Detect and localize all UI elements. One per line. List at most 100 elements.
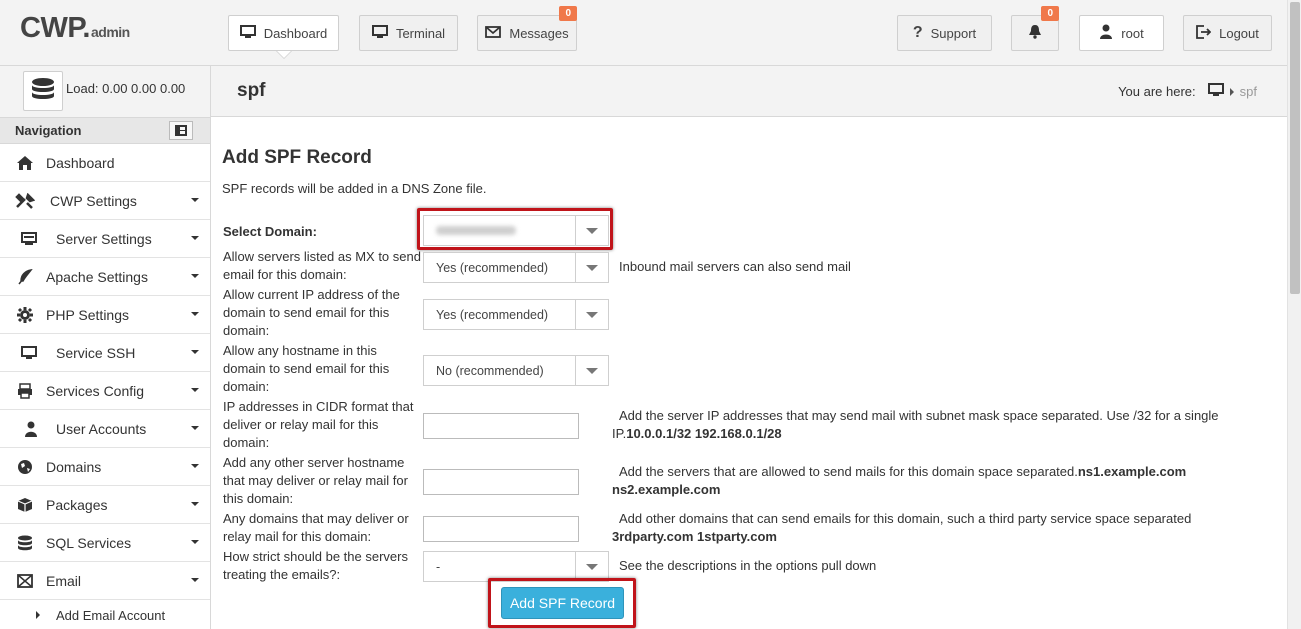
user-icon: [1099, 24, 1113, 42]
caret-down-icon: [191, 274, 199, 278]
sidebar-item-apache-settings[interactable]: Apache Settings: [0, 258, 210, 296]
notifications-badge: 0: [1041, 6, 1059, 21]
database-icon: [15, 533, 35, 553]
messages-badge: 0: [559, 6, 577, 21]
chevron-down-icon: [575, 356, 608, 385]
load-panel: Load: 0.00 0.00 0.00: [0, 66, 210, 118]
sidebar-item-service-ssh[interactable]: Service SSH: [0, 334, 210, 372]
breadcrumb-current: spf: [1239, 84, 1257, 99]
logout-icon: [1196, 24, 1212, 42]
form-intro: SPF records will be added in a DNS Zone …: [222, 181, 487, 196]
select-domain-label: Select Domain:: [223, 224, 317, 239]
sidebar-item-dashboard[interactable]: Dashboard: [0, 144, 210, 182]
breadcrumb: You are here: spf: [1118, 83, 1257, 100]
other-domains-help: Add other domains that can send emails f…: [612, 511, 1192, 544]
server-icon: [19, 229, 39, 249]
monitor-icon: [371, 24, 388, 42]
server-load-text: Load: 0.00 0.00 0.00: [66, 81, 186, 96]
scrollbar-thumb[interactable]: [1290, 2, 1300, 294]
caret-down-icon: [191, 578, 199, 582]
sidebar-item-cwp-settings[interactable]: CWP Settings: [0, 182, 210, 220]
globe-icon: [15, 457, 35, 477]
question-icon: ?: [912, 24, 923, 41]
user-button[interactable]: root: [1079, 15, 1164, 51]
caret-right-icon: [36, 611, 40, 619]
dashboard-button[interactable]: Dashboard: [228, 15, 339, 59]
user-icon: [21, 419, 41, 439]
top-header: CWP.admin Dashboard Terminal Messages 0 …: [0, 0, 1287, 66]
sidebar-item-label: Dashboard: [46, 154, 115, 171]
caret-down-icon: [191, 350, 199, 354]
mx-help: Inbound mail servers can also send mail: [619, 259, 851, 274]
current-ip-label: Allow current IP address of the domain t…: [223, 287, 400, 338]
logout-button[interactable]: Logout: [1183, 15, 1272, 51]
layout-icon: [175, 125, 187, 136]
envelope-icon: [485, 25, 502, 41]
messages-button[interactable]: Messages 0: [477, 6, 577, 51]
database-icon: [30, 77, 56, 106]
other-domains-input[interactable]: [423, 516, 579, 542]
sidebar-item-domains[interactable]: Domains: [0, 448, 210, 486]
home-icon: [15, 153, 35, 173]
current-ip-select[interactable]: Yes (recommended): [423, 299, 609, 330]
sidebar-item-sql-services[interactable]: SQL Services: [0, 524, 210, 562]
tools-icon: [15, 191, 35, 211]
sidebar-item-label: SQL Services: [46, 534, 132, 551]
database-load-button[interactable]: [23, 71, 63, 111]
highlight-domain-select: [417, 208, 613, 250]
caret-down-icon: [191, 388, 199, 392]
sidebar-item-label: Domains: [46, 458, 102, 475]
chevron-down-icon: [575, 552, 608, 581]
main-content: Add SPF Record SPF records will be added…: [211, 117, 1287, 629]
caret-down-icon: [191, 236, 199, 240]
caret-down-icon: [191, 540, 199, 544]
monitor-icon[interactable]: [1207, 83, 1224, 100]
sidebar-item-label: User Accounts: [56, 420, 147, 437]
other-hostname-help: Add the servers that are allowed to send…: [612, 464, 1187, 497]
sidebar-item-php-settings[interactable]: PHP Settings: [0, 296, 210, 334]
page-header: spf You are here: spf: [211, 66, 1287, 117]
caret-right-icon: [1229, 87, 1234, 96]
caret-down-icon: [191, 464, 199, 468]
sidebar-item-label: Packages: [46, 496, 108, 513]
feather-icon: [15, 267, 35, 287]
cidr-help: Add the server IP addresses that may sen…: [612, 408, 1219, 441]
sidebar-subitem-add-email-account[interactable]: Add Email Account: [0, 600, 210, 629]
sidebar-item-server-settings[interactable]: Server Settings: [0, 220, 210, 258]
notifications-button[interactable]: 0: [1011, 6, 1059, 51]
bell-icon: [1028, 24, 1042, 42]
boxes-icon: [15, 495, 35, 515]
caret-down-icon: [191, 502, 199, 506]
sidebar-item-label: CWP Settings: [50, 192, 137, 209]
sidebar-item-services-config[interactable]: Services Config: [0, 372, 210, 410]
sidebar-item-label: Services Config: [46, 382, 145, 399]
chevron-down-icon: [575, 253, 608, 282]
mx-select[interactable]: Yes (recommended): [423, 252, 609, 283]
mx-label: Allow servers listed as MX to send email…: [223, 249, 421, 282]
support-button[interactable]: ? Support: [897, 15, 992, 51]
printer-icon: [15, 381, 35, 401]
cidr-input[interactable]: [423, 413, 579, 439]
page-scrollbar[interactable]: [1287, 0, 1301, 629]
terminal-button[interactable]: Terminal: [359, 15, 458, 51]
hostname-select[interactable]: No (recommended): [423, 355, 609, 386]
cwp-logo[interactable]: CWP.admin: [20, 12, 130, 45]
sidebar-item-user-accounts[interactable]: User Accounts: [0, 410, 210, 448]
sidebar-item-label: Server Settings: [56, 230, 152, 247]
sidebar-item-email[interactable]: Email: [0, 562, 210, 600]
caret-down-icon: [191, 426, 199, 430]
sidebar-item-label: Service SSH: [56, 344, 136, 361]
monitor-icon: [239, 24, 256, 42]
strictness-label: How strict should be the servers treatin…: [223, 549, 408, 582]
navigation-header: Navigation: [0, 118, 210, 144]
other-hostname-input[interactable]: [423, 469, 579, 495]
sidebar-item-label: PHP Settings: [46, 306, 130, 323]
sidebar-toggle-button[interactable]: [169, 121, 193, 140]
caret-down-icon: [191, 198, 199, 202]
gear-icon: [15, 305, 35, 325]
cidr-label: IP addresses in CIDR format that deliver…: [223, 399, 414, 450]
strictness-help: See the descriptions in the options pull…: [619, 558, 877, 573]
sidebar-item-packages[interactable]: Packages: [0, 486, 210, 524]
form-heading: Add SPF Record: [222, 147, 372, 168]
highlight-submit-button: [488, 578, 636, 628]
